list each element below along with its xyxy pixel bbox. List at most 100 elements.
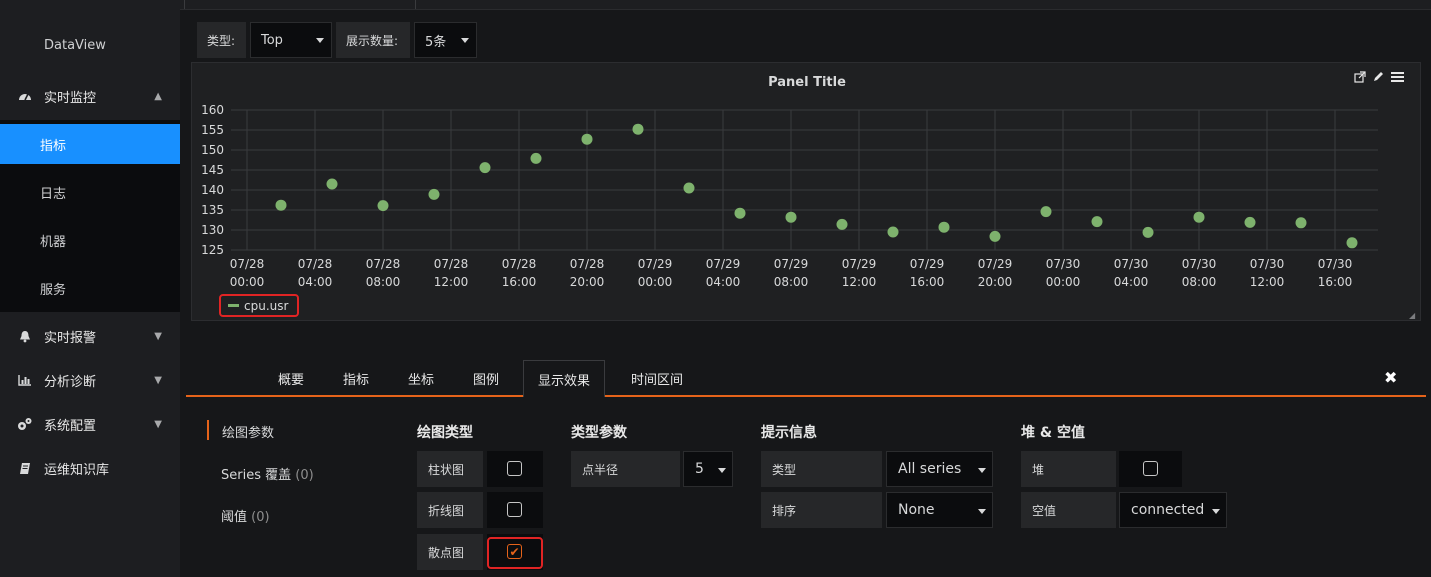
x-tick-label: 07/29 bbox=[638, 257, 673, 271]
cogs-icon bbox=[17, 416, 33, 432]
tab-time-range[interactable]: 时间区间 bbox=[631, 360, 683, 397]
section-series-overrides[interactable]: Series 覆盖 (0) bbox=[221, 464, 314, 483]
x-tick-label: 07/28 bbox=[502, 257, 537, 271]
x-tick-label: 07/29 bbox=[842, 257, 877, 271]
section-thresholds[interactable]: 阈值 (0) bbox=[221, 506, 270, 525]
tooltip-mode-label: 类型 bbox=[761, 451, 882, 487]
tooltip-title: 提示信息 bbox=[761, 425, 817, 441]
sidebar: DataView 实时监控 ▲ 指标 日志 机器 服务 实时报警 ▼ 分析诊断 … bbox=[0, 0, 180, 577]
nav-label: 实时报警 bbox=[44, 330, 97, 346]
x-tick-label: 04:00 bbox=[1114, 275, 1149, 289]
lines-checkbox[interactable] bbox=[507, 502, 522, 517]
active-indicator bbox=[207, 420, 209, 440]
y-tick-label: 130 bbox=[201, 223, 224, 237]
dashboard-icon bbox=[17, 88, 33, 104]
tooltip-mode-select[interactable]: All series bbox=[886, 451, 993, 487]
data-point bbox=[581, 133, 593, 145]
tab-axes[interactable]: 坐标 bbox=[408, 360, 434, 397]
submenu-item-machines[interactable]: 机器 bbox=[0, 220, 180, 260]
tooltip-mode-value: All series bbox=[898, 461, 962, 477]
resize-handle-icon[interactable]: ◢ bbox=[1409, 311, 1415, 320]
points-label: 散点图 bbox=[417, 534, 483, 570]
caret-down-icon bbox=[718, 468, 726, 473]
x-tick-label: 00:00 bbox=[1046, 275, 1081, 289]
data-point bbox=[734, 207, 746, 219]
point-radius-label: 点半径 bbox=[571, 451, 680, 487]
type-select[interactable]: Top bbox=[250, 22, 332, 58]
nav-label: 实时监控 bbox=[44, 90, 97, 106]
type-select-value: Top bbox=[261, 32, 283, 48]
x-tick-label: 16:00 bbox=[502, 275, 537, 289]
y-tick-label: 145 bbox=[201, 163, 224, 177]
nav-analysis[interactable]: 分析诊断 ▼ bbox=[0, 358, 180, 402]
type-label: 类型: bbox=[197, 22, 246, 58]
stack-checkbox-cell bbox=[1119, 451, 1182, 487]
x-tick-label: 20:00 bbox=[978, 275, 1013, 289]
y-tick-label: 160 bbox=[201, 103, 224, 117]
submenu-item-logs[interactable]: 日志 bbox=[0, 172, 180, 212]
nav-system-config[interactable]: 系统配置 ▼ bbox=[0, 402, 180, 446]
x-tick-label: 00:00 bbox=[638, 275, 673, 289]
tooltip-sort-select[interactable]: None bbox=[886, 492, 993, 528]
x-tick-label: 07/30 bbox=[1114, 257, 1149, 271]
data-point bbox=[785, 211, 797, 223]
book-icon bbox=[17, 460, 33, 476]
data-point bbox=[836, 218, 848, 230]
caret-down-icon bbox=[461, 38, 469, 43]
x-tick-label: 00:00 bbox=[230, 275, 265, 289]
divider bbox=[415, 0, 416, 9]
bars-label: 柱状图 bbox=[417, 451, 483, 487]
data-point bbox=[1193, 211, 1205, 223]
submenu-item-metrics[interactable]: 指标 bbox=[0, 124, 180, 164]
data-point bbox=[377, 200, 389, 212]
tab-overview[interactable]: 概要 bbox=[278, 360, 304, 397]
nav-ops-knowledge[interactable]: 运维知识库 bbox=[0, 446, 180, 490]
editor-tabs: 概要 指标 坐标 图例 显示效果 时间区间 bbox=[186, 360, 1426, 397]
point-radius-select[interactable]: 5 bbox=[683, 451, 733, 487]
y-tick-label: 125 bbox=[201, 243, 224, 257]
x-tick-label: 12:00 bbox=[1250, 275, 1285, 289]
section-count: (0) bbox=[295, 468, 314, 483]
x-tick-label: 08:00 bbox=[774, 275, 809, 289]
section-draw-options[interactable]: 绘图参数 bbox=[222, 422, 274, 441]
stack-label: 堆 bbox=[1021, 451, 1116, 487]
x-tick-label: 16:00 bbox=[910, 275, 945, 289]
bars-checkbox[interactable] bbox=[507, 461, 522, 476]
stack-null-title: 堆 & 空值 bbox=[1021, 425, 1085, 441]
tab-display[interactable]: 显示效果 bbox=[523, 360, 606, 397]
brand-name[interactable]: DataView bbox=[44, 38, 106, 53]
lines-label: 折线图 bbox=[417, 492, 483, 528]
data-point bbox=[1091, 216, 1103, 228]
x-tick-label: 07/28 bbox=[434, 257, 469, 271]
graph-panel: Panel Title 125 130 135 140 145 150 155 160 07/2… bbox=[191, 62, 1421, 321]
null-value-value: connected bbox=[1131, 502, 1205, 518]
type-params-title: 类型参数 bbox=[571, 425, 627, 441]
count-select-value: 5条 bbox=[425, 34, 447, 50]
null-value-select[interactable]: connected bbox=[1119, 492, 1227, 528]
bars-checkbox-cell bbox=[487, 451, 543, 487]
section-label: Series 覆盖 bbox=[221, 468, 292, 483]
x-tick-label: 07/28 bbox=[230, 257, 265, 271]
tab-legend[interactable]: 图例 bbox=[473, 360, 499, 397]
legend-item-highlight[interactable]: cpu.usr bbox=[219, 294, 299, 317]
nav-realtime-monitor[interactable]: 实时监控 ▲ bbox=[0, 74, 180, 118]
x-tick-label: 07/29 bbox=[910, 257, 945, 271]
point-radius-value: 5 bbox=[695, 461, 704, 477]
top-bar bbox=[180, 0, 1431, 10]
nav-realtime-alarm[interactable]: 实时报警 ▼ bbox=[0, 314, 180, 358]
x-tick-label: 07/30 bbox=[1182, 257, 1217, 271]
points-checkbox-highlight bbox=[487, 537, 543, 569]
count-select[interactable]: 5条 bbox=[414, 22, 477, 58]
x-tick-label: 08:00 bbox=[1182, 275, 1217, 289]
stack-checkbox[interactable] bbox=[1143, 461, 1158, 476]
caret-down-icon bbox=[978, 468, 986, 473]
x-tick-label: 07/30 bbox=[1318, 257, 1353, 271]
x-tick-label: 07/28 bbox=[298, 257, 333, 271]
submenu-item-services[interactable]: 服务 bbox=[0, 268, 180, 308]
close-icon[interactable]: ✖ bbox=[1384, 368, 1397, 387]
x-tick-label: 12:00 bbox=[842, 275, 877, 289]
legend-swatch bbox=[228, 304, 239, 307]
tab-metrics[interactable]: 指标 bbox=[343, 360, 369, 397]
y-tick-label: 150 bbox=[201, 143, 224, 157]
data-point bbox=[1346, 237, 1358, 249]
